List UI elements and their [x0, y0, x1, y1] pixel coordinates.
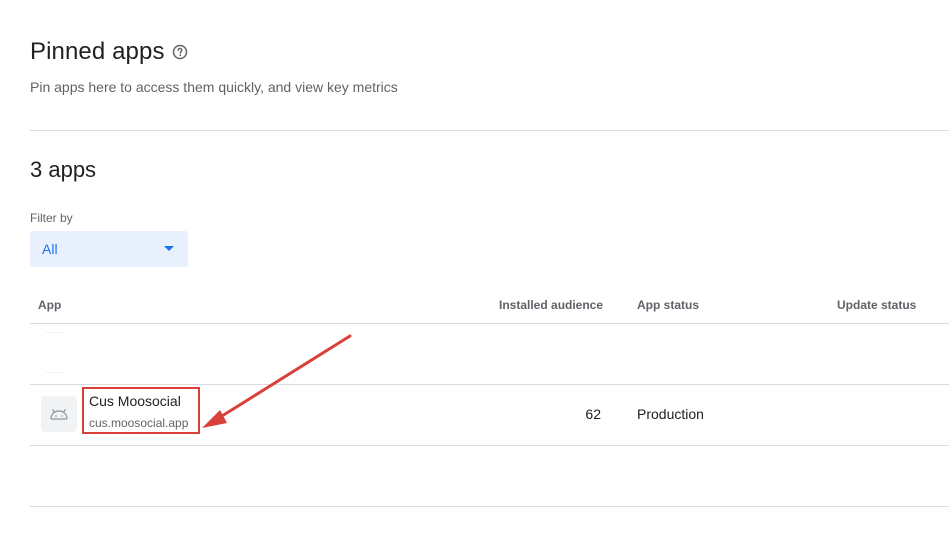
app-count-heading: 3 apps: [30, 157, 97, 182]
page-subtitle: Pin apps here to access them quickly, an…: [30, 79, 398, 95]
section-divider: [30, 130, 949, 131]
title-row: Pinned apps: [30, 38, 188, 66]
loading-placeholder: [45, 332, 65, 333]
row-divider: [30, 506, 949, 507]
app-status-value: Production: [637, 406, 704, 422]
app-name-link[interactable]: Cus Moosocial: [89, 393, 181, 409]
column-header-app-status[interactable]: App status: [637, 298, 699, 312]
filter-label: Filter by: [30, 211, 73, 225]
row-divider: [30, 384, 949, 385]
installed-audience-value: 62: [585, 406, 601, 422]
column-header-installed-audience[interactable]: Installed audience: [499, 298, 603, 312]
filter-selected-value: All: [42, 241, 58, 257]
help-circle-icon[interactable]: [172, 44, 188, 60]
app-package-name: cus.moosocial.app: [89, 416, 189, 430]
android-icon: [41, 396, 77, 432]
row-divider: [30, 445, 949, 446]
column-header-app[interactable]: App: [38, 298, 61, 312]
pinned-apps-page: Pinned apps Pin apps here to access them…: [0, 0, 949, 553]
table-header-divider: [30, 323, 949, 324]
filter-dropdown[interactable]: All: [30, 231, 188, 267]
column-header-update-status[interactable]: Update status: [837, 298, 916, 312]
loading-placeholder: [45, 372, 65, 373]
page-title: Pinned apps: [30, 38, 165, 65]
dropdown-caret-icon: [164, 246, 174, 251]
